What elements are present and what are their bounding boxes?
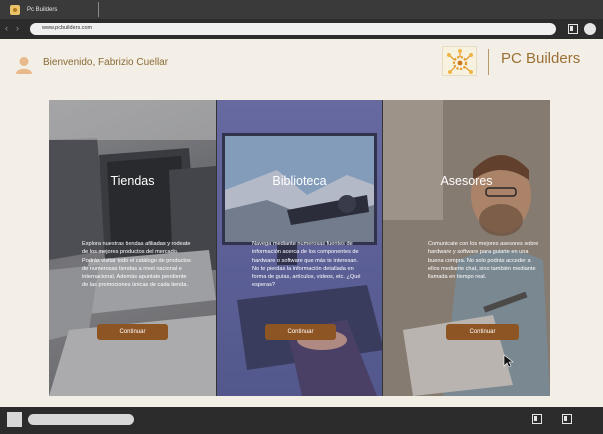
continue-button-tiendas[interactable]: Continuar [97,324,168,340]
mouse-cursor-icon [503,354,514,368]
brand-logo[interactable] [442,46,477,76]
forward-arrow-icon[interactable]: › [16,23,19,33]
card-tiendas: Tiendas Explora nuestras tiendas afiliad… [49,100,216,396]
card-asesores: Asesores Comunicate con los mejores ases… [383,100,550,396]
url-text: www.pcbuilders.com [42,25,93,31]
favicon-icon [10,4,20,15]
brand-name: PC Builders [501,50,581,67]
browser-tab-bar: Pc Builders [0,0,603,19]
card-description: Navega mediante numerosas fuentes de inf… [252,241,361,289]
card-title: Asesores [440,174,493,188]
window-tile-icon[interactable] [568,24,578,34]
tab-separator [98,2,99,17]
bottom-taskbar [0,407,603,434]
continue-button-asesores[interactable]: Continuar [446,324,519,340]
page-header: Bienvenido, Fabrizio Cuellar PC Builders [0,39,603,89]
user-avatar-icon[interactable] [16,56,32,74]
url-input[interactable]: www.pcbuilders.com [30,23,556,35]
network-gear-icon [447,49,473,74]
card-biblioteca: Biblioteca Navega mediante numerosas fue… [216,100,383,396]
card-description: Explora nuestras tiendas afiliadas y rod… [82,241,191,289]
main-content: Tiendas Explora nuestras tiendas afiliad… [0,89,603,407]
header-divider [488,49,489,75]
continue-button-biblioteca[interactable]: Continuar [265,324,336,340]
tab-title: Pc Builders [27,6,58,13]
start-button[interactable] [7,412,22,427]
card-description: Comunicate con los mejores asesores sobr… [428,241,539,281]
taskbar-search[interactable] [28,414,134,425]
profile-circle-icon[interactable] [584,23,596,35]
browser-address-bar: ‹ › www.pcbuilders.com [0,19,603,39]
welcome-greeting: Bienvenido, Fabrizio Cuellar [43,57,169,68]
card-title: Tiendas [110,174,155,188]
window-tile-icon-secondary[interactable] [562,414,572,424]
browser-tab[interactable]: Pc Builders [10,0,57,19]
window-tile-icon[interactable] [532,414,542,424]
service-cards: Tiendas Explora nuestras tiendas afiliad… [49,100,550,396]
card-title: Biblioteca [272,174,327,188]
back-arrow-icon[interactable]: ‹ [5,23,8,33]
